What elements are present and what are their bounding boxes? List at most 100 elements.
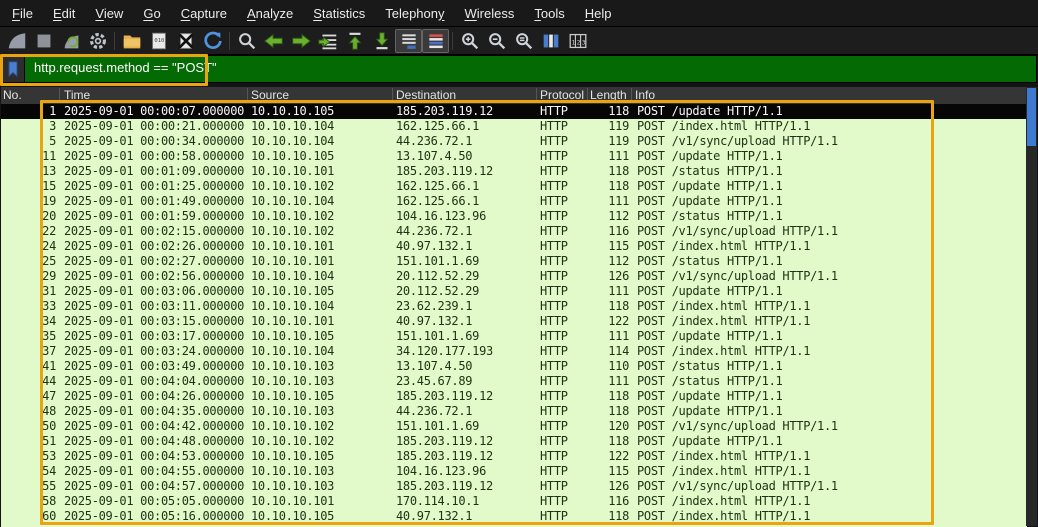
- column-header-time[interactable]: Time: [64, 87, 90, 104]
- cell-dst: 185.203.119.12: [396, 389, 493, 403]
- packet-row[interactable]: 37 2025-09-01 00:03:24.000000 10.10.10.104…: [1, 344, 1027, 359]
- save-file-button[interactable]: 010: [145, 29, 172, 53]
- cell-dst: 151.101.1.69: [396, 254, 480, 268]
- packet-row[interactable]: 3 2025-09-01 00:00:21.000000 10.10.10.104 1…: [1, 119, 1027, 134]
- column-separator[interactable]: [587, 88, 588, 103]
- column-separator[interactable]: [392, 88, 393, 103]
- column-separator[interactable]: [536, 88, 537, 103]
- stop-capture-button[interactable]: [30, 29, 57, 53]
- menu-wireless[interactable]: Wireless: [455, 2, 525, 25]
- filter-bookmark-button[interactable]: [2, 56, 25, 82]
- packet-row[interactable]: 33 2025-09-01 00:03:11.000000 10.10.10.104…: [1, 299, 1027, 314]
- packet-row[interactable]: 1 2025-09-01 00:00:07.000000 10.10.10.105 1…: [1, 104, 1027, 119]
- packet-row[interactable]: 53 2025-09-01 00:04:53.000000 10.10.10.105…: [1, 449, 1027, 464]
- packet-row[interactable]: 41 2025-09-01 00:03:49.000000 10.10.10.103…: [1, 359, 1027, 374]
- cell-len: 118: [608, 434, 629, 448]
- cell-info: POST /update HTTP/1.1: [637, 284, 783, 298]
- zoom-in-button[interactable]: [456, 29, 483, 53]
- menu-tools[interactable]: Tools: [524, 2, 574, 25]
- packet-row[interactable]: 54 2025-09-01 00:04:55.000000 10.10.10.103…: [1, 464, 1027, 479]
- find-packet-button[interactable]: [233, 29, 260, 53]
- packet-row[interactable]: 15 2025-09-01 00:01:25.000000 10.10.10.102…: [1, 179, 1027, 194]
- packet-row[interactable]: 47 2025-09-01 00:04:26.000000 10.10.10.105…: [1, 389, 1027, 404]
- packet-row[interactable]: 58 2025-09-01 00:05:05.000000 10.10.10.101…: [1, 494, 1027, 509]
- packet-row[interactable]: 48 2025-09-01 00:04:35.000000 10.10.10.103…: [1, 404, 1027, 419]
- cell-len: 126: [608, 269, 629, 283]
- column-header-no[interactable]: No.: [3, 87, 22, 104]
- display-columns-button[interactable]: 123: [564, 29, 591, 53]
- cell-time: 2025-09-01 00:01:49.000000: [64, 194, 245, 208]
- menu-capture[interactable]: Capture: [171, 2, 237, 25]
- colorize-icon: [428, 33, 443, 48]
- cell-info: POST /status HTTP/1.1: [637, 359, 783, 373]
- capture-options-button[interactable]: [84, 29, 111, 53]
- cell-len: 119: [608, 134, 629, 148]
- go-back-button[interactable]: [260, 29, 287, 53]
- menu-view[interactable]: View: [85, 2, 133, 25]
- packet-list[interactable]: 1 2025-09-01 00:00:07.000000 10.10.10.105 1…: [1, 104, 1027, 527]
- cell-time: 2025-09-01 00:04:42.000000: [64, 419, 245, 433]
- vertical-scrollbar[interactable]: [1026, 87, 1037, 526]
- zoom-out-button[interactable]: [483, 29, 510, 53]
- scrollbar-thumb[interactable]: [1027, 88, 1036, 146]
- menu-file[interactable]: File: [2, 2, 43, 25]
- go-last-packet-button[interactable]: [368, 29, 395, 53]
- stop-capture-icon: [37, 34, 50, 47]
- packet-row[interactable]: 20 2025-09-01 00:01:59.000000 10.10.10.102…: [1, 209, 1027, 224]
- packet-row[interactable]: 24 2025-09-01 00:02:26.000000 10.10.10.101…: [1, 239, 1027, 254]
- packet-row[interactable]: 60 2025-09-01 00:05:16.000000 10.10.10.105…: [1, 509, 1027, 524]
- start-capture-button[interactable]: [3, 29, 30, 53]
- column-separator[interactable]: [247, 88, 248, 103]
- packet-row[interactable]: 55 2025-09-01 00:04:57.000000 10.10.10.103…: [1, 479, 1027, 494]
- display-filter-input[interactable]: http.request.method == "POST": [25, 56, 217, 82]
- column-header-destination[interactable]: Destination: [396, 87, 456, 104]
- cell-no: 53: [42, 449, 56, 463]
- packet-row[interactable]: 25 2025-09-01 00:02:27.000000 10.10.10.101…: [1, 254, 1027, 269]
- close-file-button[interactable]: [172, 29, 199, 53]
- menu-telephony[interactable]: Telephony: [375, 2, 454, 25]
- cell-info: POST /update HTTP/1.1: [637, 389, 783, 403]
- cell-no: 37: [42, 344, 56, 358]
- cell-dst: 44.236.72.1: [396, 404, 473, 418]
- column-header-info[interactable]: Info: [635, 87, 655, 104]
- go-first-packet-button[interactable]: [341, 29, 368, 53]
- auto-scroll-toggle[interactable]: [395, 28, 422, 53]
- go-to-packet-button[interactable]: [314, 29, 341, 53]
- column-header-source[interactable]: Source: [251, 87, 289, 104]
- packet-row[interactable]: 19 2025-09-01 00:01:49.000000 10.10.10.104…: [1, 194, 1027, 209]
- menu-help[interactable]: Help: [575, 2, 622, 25]
- cell-info: POST /update HTTP/1.1: [637, 194, 783, 208]
- cell-dst: 104.16.123.96: [396, 464, 487, 478]
- column-header-protocol[interactable]: Protocol: [540, 87, 584, 104]
- cell-time: 2025-09-01 00:03:06.000000: [64, 284, 245, 298]
- open-file-button[interactable]: [118, 29, 145, 53]
- go-forward-button[interactable]: [287, 29, 314, 53]
- packet-row[interactable]: 35 2025-09-01 00:03:17.000000 10.10.10.105…: [1, 329, 1027, 344]
- cell-proto: HTTP: [540, 419, 568, 433]
- menu-statistics[interactable]: Statistics: [303, 2, 375, 25]
- menu-go[interactable]: Go: [133, 2, 170, 25]
- column-header-length[interactable]: Length: [590, 87, 627, 104]
- cell-src: 10.10.10.103: [251, 479, 335, 493]
- packet-row[interactable]: 51 2025-09-01 00:04:48.000000 10.10.10.102…: [1, 434, 1027, 449]
- colorize-toggle[interactable]: [422, 28, 449, 53]
- packet-row[interactable]: 50 2025-09-01 00:04:42.000000 10.10.10.102…: [1, 419, 1027, 434]
- restart-capture-button[interactable]: [57, 29, 84, 53]
- cell-time: 2025-09-01 00:00:34.000000: [64, 134, 245, 148]
- packet-row[interactable]: 29 2025-09-01 00:02:56.000000 10.10.10.104…: [1, 269, 1027, 284]
- packet-row[interactable]: 5 2025-09-01 00:00:34.000000 10.10.10.104 4…: [1, 134, 1027, 149]
- packet-row[interactable]: 11 2025-09-01 00:00:58.000000 10.10.10.105…: [1, 149, 1027, 164]
- reload-file-button[interactable]: [199, 29, 226, 53]
- column-separator[interactable]: [631, 88, 632, 103]
- zoom-original-button[interactable]: [510, 29, 537, 53]
- menu-analyze[interactable]: Analyze: [237, 2, 303, 25]
- cell-info: POST /index.html HTTP/1.1: [637, 344, 811, 358]
- packet-row[interactable]: 44 2025-09-01 00:04:04.000000 10.10.10.103…: [1, 374, 1027, 389]
- packet-row[interactable]: 13 2025-09-01 00:01:09.000000 10.10.10.101…: [1, 164, 1027, 179]
- packet-row[interactable]: 22 2025-09-01 00:02:15.000000 10.10.10.102…: [1, 224, 1027, 239]
- column-separator[interactable]: [59, 88, 60, 103]
- packet-row[interactable]: 31 2025-09-01 00:03:06.000000 10.10.10.105…: [1, 284, 1027, 299]
- resize-columns-button[interactable]: [537, 29, 564, 53]
- packet-row[interactable]: 34 2025-09-01 00:03:15.000000 10.10.10.101…: [1, 314, 1027, 329]
- menu-edit[interactable]: Edit: [43, 2, 85, 25]
